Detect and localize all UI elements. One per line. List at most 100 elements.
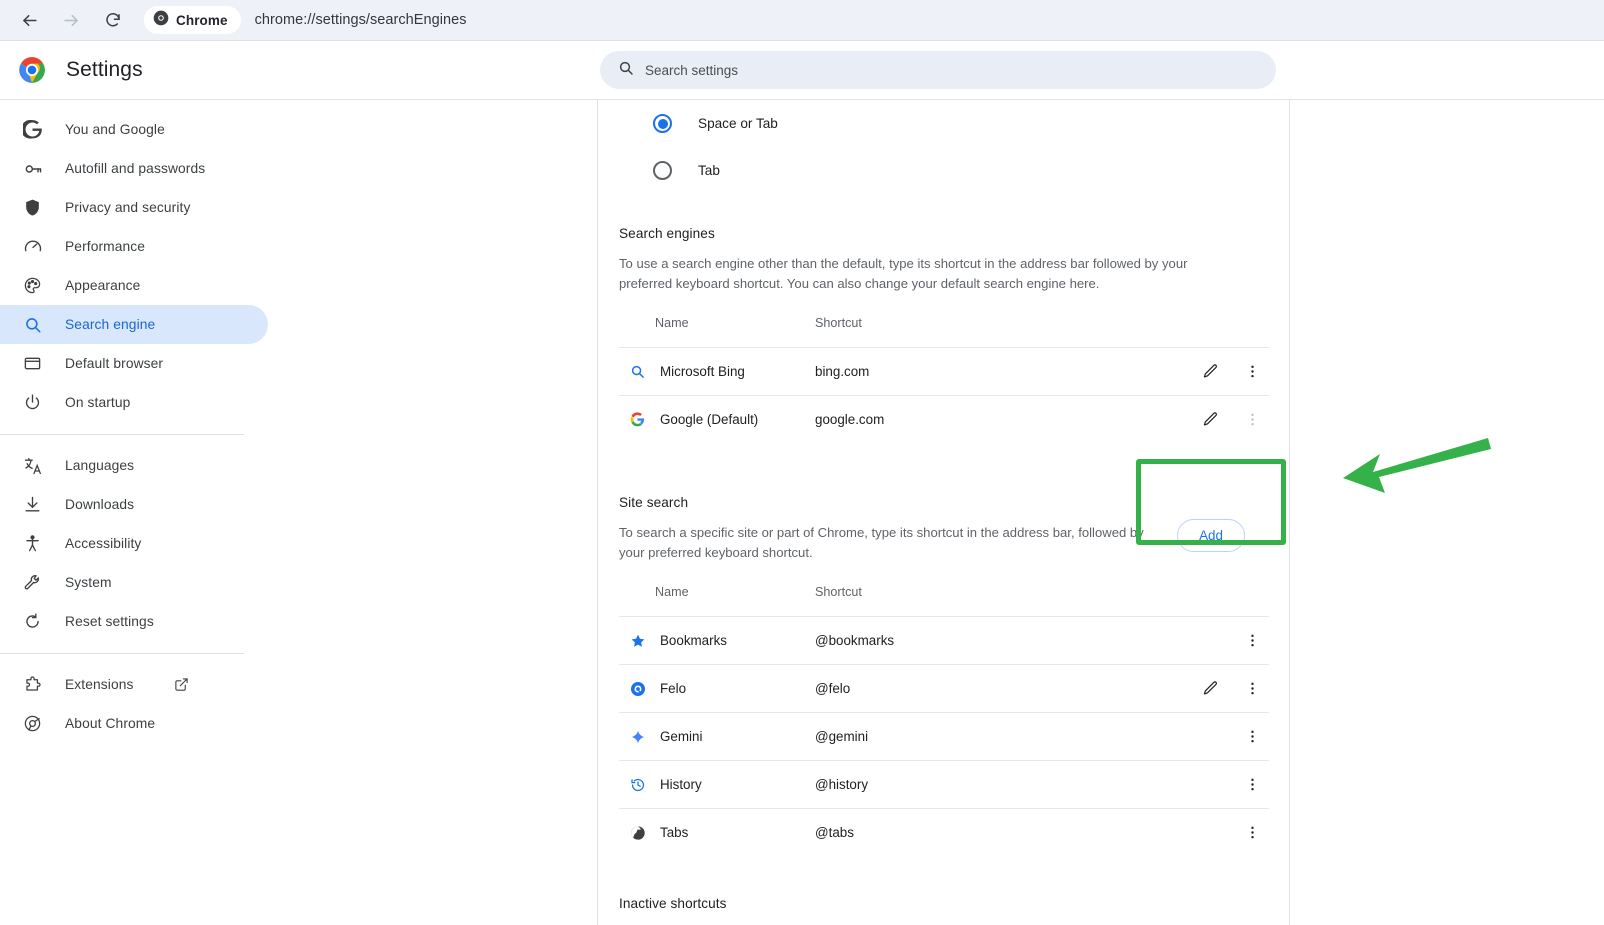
restore-icon [22,611,43,632]
more-vertical-icon[interactable] [1239,820,1265,846]
engine-shortcut: @gemini [815,729,869,744]
column-header-shortcut: Shortcut [815,585,862,599]
sidebar-item-label: Extensions [65,677,134,692]
table-row[interactable]: Gemini @gemini [619,712,1269,760]
radio-option-space-or-tab[interactable]: Space or Tab [598,100,1289,147]
radio-option-label: Space or Tab [698,116,778,131]
engine-shortcut: @tabs [815,825,854,840]
table-row[interactable]: Google (Default) google.com [619,395,1269,443]
edit-pencil-icon[interactable] [1197,359,1223,385]
chrome-chip-label: Chrome [176,12,228,28]
sidebar-item-appearance[interactable]: Appearance [0,266,268,305]
search-engines-table: Name Shortcut Microsoft Bing bing.com Go… [619,316,1269,443]
sidebar-item-label: Default browser [65,356,164,371]
extension-icon [22,674,43,695]
settings-sidebar: You and Google Autofill and passwords Pr… [0,100,268,925]
radio-option-label: Tab [698,163,720,178]
palette-icon [22,275,43,296]
annotation-arrow-icon [1325,430,1495,500]
sidebar-item-accessibility[interactable]: Accessibility [0,524,268,563]
radio-button-icon[interactable] [653,161,672,180]
search-engines-heading: Search engines [619,226,715,241]
sidebar-divider-2 [0,653,244,654]
engine-name: History [660,777,702,792]
star-icon [629,632,646,649]
sidebar-item-privacy-and-security[interactable]: Privacy and security [0,188,268,227]
more-vertical-icon[interactable] [1239,676,1265,702]
sidebar-item-reset-settings[interactable]: Reset settings [0,602,268,641]
sidebar-item-label: On startup [65,395,131,410]
engine-name: Gemini [660,729,703,744]
search-settings-placeholder: Search settings [645,62,739,78]
engine-shortcut: bing.com [815,364,870,379]
search-icon [618,60,634,81]
site-search-table: Name Shortcut Bookmarks @bookmarks Felo … [619,585,1269,856]
sidebar-item-extensions[interactable]: Extensions [0,665,268,704]
sidebar-item-on-startup[interactable]: On startup [0,383,268,422]
sidebar-item-search-engine[interactable]: Search engine [0,305,268,344]
table-row[interactable]: History @history [619,760,1269,808]
edit-pencil-icon[interactable] [1197,407,1223,433]
sidebar-item-label: Reset settings [65,614,154,629]
reload-icon [104,11,122,29]
more-vertical-icon[interactable] [1239,724,1265,750]
search-settings-input[interactable]: Search settings [600,51,1276,89]
browser-toolbar: Chrome chrome://settings/searchEngines [0,0,1604,41]
table-row[interactable]: Tabs @tabs [619,808,1269,856]
sidebar-item-languages[interactable]: Languages [0,446,268,485]
wrench-icon [22,572,43,593]
sidebar-item-label: Autofill and passwords [65,161,206,176]
table-row[interactable]: Microsoft Bing bing.com [619,347,1269,395]
sidebar-item-label: About Chrome [65,716,156,731]
more-vertical-icon[interactable] [1239,359,1265,385]
window-icon [22,353,43,374]
reload-button[interactable] [96,3,130,37]
chrome-origin-chip[interactable]: Chrome [144,6,241,34]
sidebar-item-label: System [65,575,112,590]
table-row[interactable]: Bookmarks @bookmarks [619,616,1269,664]
chrome-logo-icon [18,56,46,84]
engine-name: Tabs [660,825,689,840]
history-clock-icon [629,776,646,793]
open-in-new-icon[interactable] [174,677,189,692]
back-button[interactable] [12,3,46,37]
engine-name: Bookmarks [660,633,727,648]
table-row[interactable]: Felo @felo [619,664,1269,712]
download-icon [22,494,43,515]
accessibility-icon [22,533,43,554]
radio-option-tab[interactable]: Tab [598,147,1289,194]
sidebar-item-label: Accessibility [65,536,142,551]
globe-icon [629,824,646,841]
sidebar-item-autofill-and-passwords[interactable]: Autofill and passwords [0,149,268,188]
sidebar-item-downloads[interactable]: Downloads [0,485,268,524]
address-bar-url[interactable]: chrome://settings/searchEngines [255,12,467,28]
engine-shortcut: google.com [815,412,885,427]
engine-name: Felo [660,681,687,696]
chrome-logo-icon [153,10,169,31]
sidebar-item-about-chrome[interactable]: About Chrome [0,704,268,743]
more-vertical-icon[interactable] [1239,407,1265,433]
sidebar-item-label: Performance [65,239,146,254]
radio-button-icon[interactable] [653,114,672,133]
more-vertical-icon[interactable] [1239,772,1265,798]
settings-header: Settings Search settings [0,41,1604,100]
column-header-shortcut: Shortcut [815,316,862,330]
more-vertical-icon[interactable] [1239,628,1265,654]
engine-shortcut: @bookmarks [815,633,895,648]
chrome-logo-icon [22,713,43,734]
search-engines-description: To use a search engine other than the de… [619,256,1188,291]
felo-icon [629,680,646,697]
sidebar-item-label: Downloads [65,497,135,512]
edit-pencil-icon[interactable] [1197,676,1223,702]
forward-button[interactable] [54,3,88,37]
back-arrow-icon [20,11,39,30]
gemini-sparkle-icon [629,728,646,745]
sidebar-item-default-browser[interactable]: Default browser [0,344,268,383]
sidebar-item-system[interactable]: System [0,563,268,602]
add-site-search-button[interactable]: Add [1177,519,1245,552]
engine-name: Google (Default) [660,412,759,427]
column-header-name: Name [655,316,689,330]
table-header: Name Shortcut [619,316,1269,347]
sidebar-item-performance[interactable]: Performance [0,227,268,266]
sidebar-item-you-and-google[interactable]: You and Google [0,110,268,149]
